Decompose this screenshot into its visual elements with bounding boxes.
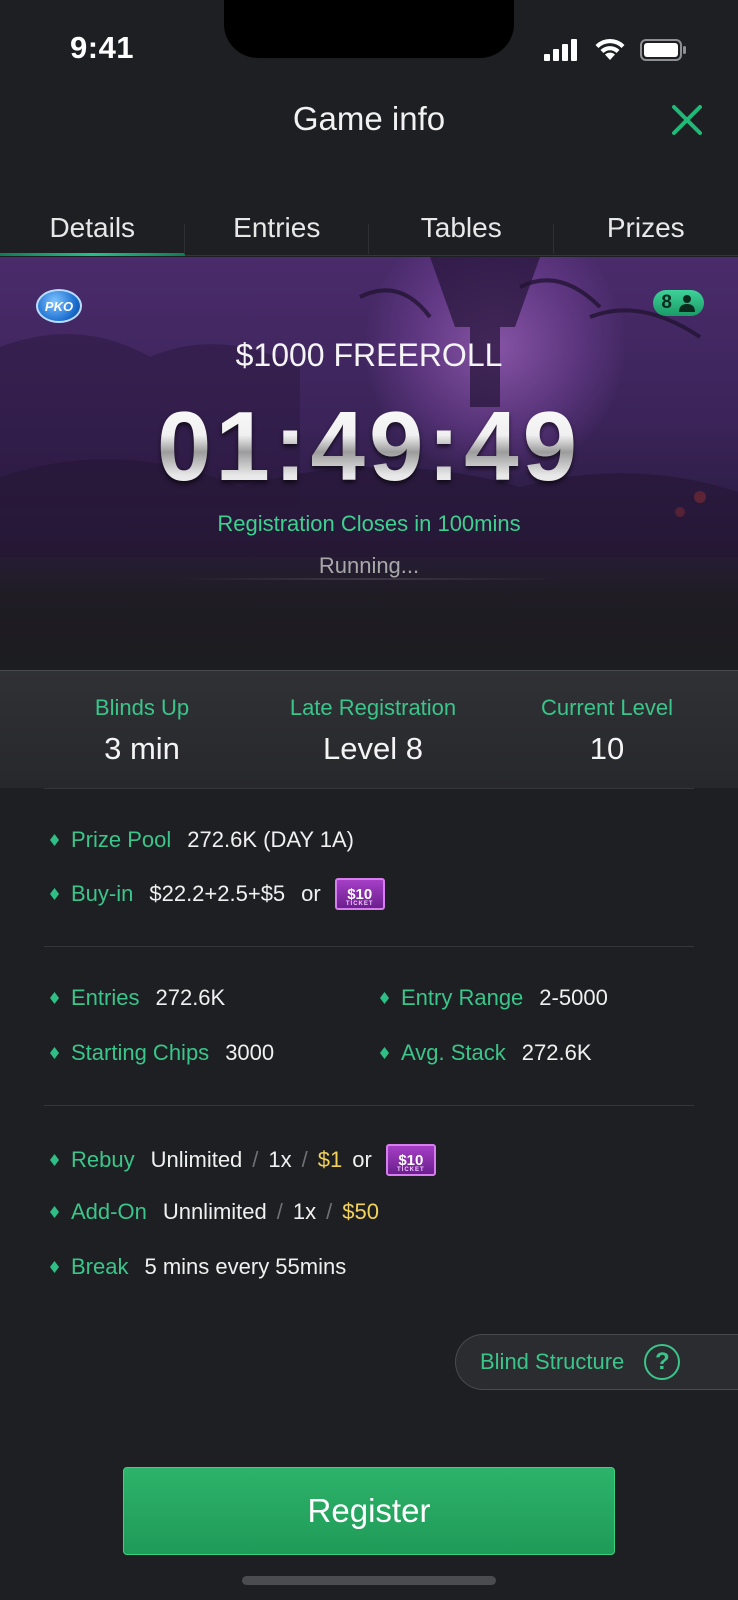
separator: / xyxy=(301,1147,308,1172)
current-level-stat: Current Level 10 xyxy=(487,695,727,767)
starting-chips-value: 3000 xyxy=(225,1040,275,1065)
rebuy-limit: Unlimited xyxy=(150,1147,243,1172)
current-level-value: 10 xyxy=(589,731,625,766)
entries-label: Entries xyxy=(71,985,140,1010)
blinds-up-stat: Blinds Up 3 min xyxy=(22,695,262,767)
close-button[interactable] xyxy=(670,103,704,137)
buy-in-label: Buy-in xyxy=(71,881,134,906)
rebuy-or: or xyxy=(352,1147,372,1172)
diamond-bullet-icon xyxy=(50,834,59,846)
countdown-timer: 01:49:49 xyxy=(0,390,738,503)
add-on-limit: Unnlimited xyxy=(162,1199,267,1224)
ticket-value: $10 xyxy=(398,1151,424,1169)
status-bar: 9:41 xyxy=(0,0,738,90)
current-level-label: Current Level xyxy=(540,695,674,720)
break-label: Break xyxy=(71,1254,129,1279)
ticket-value: $10 xyxy=(347,885,373,903)
divider xyxy=(44,946,694,947)
register-button[interactable]: Register xyxy=(123,1467,615,1555)
starting-chips-row: Starting Chips 3000 xyxy=(50,1040,274,1066)
ticket-icon: $10 xyxy=(334,878,385,910)
status-time: 9:41 xyxy=(70,30,135,65)
tournament-banner: PKO 8 $1000 FREEROLL 01:49:49 Registrati… xyxy=(0,257,738,670)
rebuy-price: $1 xyxy=(317,1147,343,1172)
close-icon xyxy=(672,105,702,135)
avg-stack-value: 272.6K xyxy=(521,1040,592,1065)
break-row: Break 5 mins every 55mins xyxy=(50,1254,346,1280)
add-on-price: $50 xyxy=(342,1199,379,1224)
notch xyxy=(224,0,514,58)
separator: / xyxy=(276,1199,283,1224)
avg-stack-row: Avg. Stack 272.6K xyxy=(380,1040,592,1066)
summary-band: Blinds Up 3 min Late Registration Level … xyxy=(0,670,738,788)
entry-range-value: 2-5000 xyxy=(539,985,608,1010)
late-registration-label: Late Registration xyxy=(289,695,457,720)
diamond-bullet-icon xyxy=(50,1154,59,1166)
divider xyxy=(44,1105,694,1106)
separator: / xyxy=(326,1199,333,1224)
add-on-label: Add-On xyxy=(71,1199,147,1224)
late-registration-value: Level 8 xyxy=(323,731,423,766)
tournament-status: Running... xyxy=(318,553,420,578)
prize-pool-value: 272.6K (DAY 1A) xyxy=(187,827,354,852)
home-indicator[interactable] xyxy=(242,1576,496,1585)
players-count-badge: 8 xyxy=(653,290,704,316)
tournament-name: $1000 FREEROLL xyxy=(235,337,503,373)
buy-in-value: $22.2+2.5+$5 xyxy=(149,881,286,906)
diamond-bullet-icon xyxy=(380,1047,389,1059)
buy-in-or: or xyxy=(301,881,321,906)
rebuy-label: Rebuy xyxy=(71,1147,135,1172)
blind-structure-label: Blind Structure xyxy=(480,1349,625,1374)
entry-range-row: Entry Range 2-5000 xyxy=(380,985,608,1011)
tab-prizes[interactable]: Prizes xyxy=(554,200,738,255)
diamond-bullet-icon xyxy=(50,1047,59,1059)
tab-details[interactable]: Details xyxy=(0,200,185,256)
blinds-up-value: 3 min xyxy=(104,731,180,766)
prize-pool-label: Prize Pool xyxy=(71,827,172,852)
cellular-signal-icon xyxy=(544,39,577,61)
diamond-bullet-icon xyxy=(50,1206,59,1218)
blind-structure-button[interactable]: Blind Structure ? xyxy=(455,1334,738,1390)
registration-closes-text: Registration Closes in 100mins xyxy=(217,511,521,536)
add-on-row: Add-On Unnlimited / 1x / $50 xyxy=(50,1199,379,1225)
tab-bar: Details Entries Tables Prizes xyxy=(0,200,738,256)
blinds-up-label: Blinds Up xyxy=(94,695,190,720)
entry-range-label: Entry Range xyxy=(401,985,524,1010)
add-on-times: 1x xyxy=(292,1199,317,1224)
avg-stack-label: Avg. Stack xyxy=(401,1040,506,1065)
entries-value: 272.6K xyxy=(155,985,226,1010)
diamond-bullet-icon xyxy=(50,1261,59,1273)
players-count: 8 xyxy=(661,292,672,313)
starting-chips-label: Starting Chips xyxy=(71,1040,210,1065)
tab-entries[interactable]: Entries xyxy=(185,200,370,255)
page-title: Game info xyxy=(292,100,446,137)
rebuy-times: 1x xyxy=(268,1147,292,1172)
prize-pool-row: Prize Pool 272.6K (DAY 1A) xyxy=(50,827,354,853)
status-underline xyxy=(175,578,563,580)
help-icon: ? xyxy=(644,1344,681,1380)
break-value: 5 mins every 55mins xyxy=(144,1254,347,1279)
ticket-icon: $10 xyxy=(385,1144,436,1176)
battery-icon xyxy=(640,39,686,61)
entries-row: Entries 272.6K xyxy=(50,985,225,1011)
rebuy-row: Rebuy Unlimited / 1x / $1 or $10 xyxy=(50,1144,436,1176)
wifi-icon xyxy=(595,38,625,60)
diamond-bullet-icon xyxy=(380,992,389,1004)
buy-in-row: Buy-in $22.2+2.5+$5 or $10 xyxy=(50,878,385,910)
person-icon xyxy=(679,295,695,312)
diamond-bullet-icon xyxy=(50,888,59,900)
tab-tables[interactable]: Tables xyxy=(369,200,554,255)
divider xyxy=(44,788,694,789)
separator: / xyxy=(252,1147,259,1172)
late-registration-stat: Late Registration Level 8 xyxy=(253,695,493,767)
pko-badge: PKO xyxy=(36,289,82,323)
diamond-bullet-icon xyxy=(50,992,59,1004)
status-icons xyxy=(544,38,688,62)
